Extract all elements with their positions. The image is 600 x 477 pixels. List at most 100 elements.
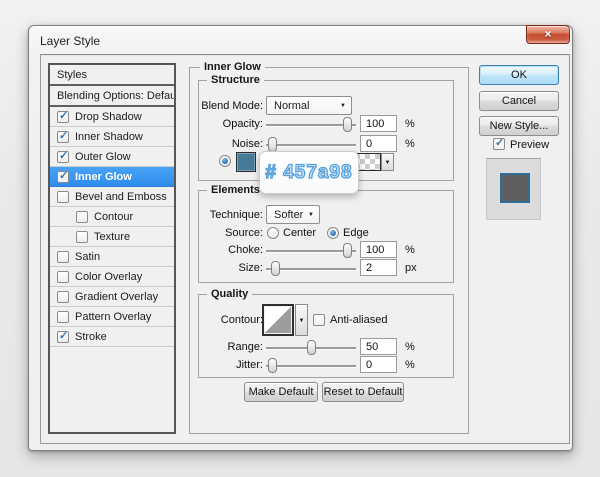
opacity-label: Opacity: (187, 118, 263, 130)
style-item-label: Satin (75, 251, 100, 263)
noise-input[interactable] (360, 135, 397, 152)
sidebar-item-contour[interactable]: Contour (50, 207, 174, 227)
noise-label: Noise: (187, 138, 263, 150)
style-checkbox[interactable] (57, 251, 69, 263)
contour-dropdown-arrow-icon[interactable] (295, 304, 308, 336)
style-checkbox[interactable] (57, 151, 69, 163)
new-style-button[interactable]: New Style... (479, 116, 559, 136)
size-unit: px (405, 262, 417, 274)
style-item-label: Texture (94, 231, 130, 243)
sidebar-item-inner-shadow[interactable]: Inner Shadow (50, 127, 174, 147)
opacity-input[interactable] (360, 115, 397, 132)
opacity-unit: % (405, 118, 415, 130)
antialiased-checkbox[interactable] (313, 314, 325, 326)
jitter-slider-thumb[interactable] (268, 358, 277, 373)
layer-style-dialog: Layer Style × Styles Blending Options: D… (28, 25, 573, 451)
ok-button[interactable]: OK (479, 65, 559, 85)
style-item-label: Pattern Overlay (75, 311, 151, 323)
preview-thumbnail (500, 173, 530, 203)
noise-slider-thumb[interactable] (268, 137, 277, 152)
jitter-label: Jitter: (187, 359, 263, 371)
size-slider-thumb[interactable] (271, 261, 280, 276)
choke-unit: % (405, 244, 415, 256)
style-checkbox[interactable] (57, 131, 69, 143)
style-checkbox[interactable] (57, 291, 69, 303)
source-center-radio[interactable] (267, 227, 279, 239)
style-checkbox[interactable] (57, 171, 69, 183)
styles-list-header[interactable]: Styles (50, 65, 174, 86)
blend-mode-select[interactable]: Normal (266, 96, 352, 115)
source-edge-radio[interactable] (327, 227, 339, 239)
technique-select[interactable]: Softer (266, 205, 320, 224)
sidebar-item-satin[interactable]: Satin (50, 247, 174, 267)
reset-to-default-button[interactable]: Reset to Default (322, 382, 404, 402)
source-label: Source: (187, 227, 263, 239)
choke-slider-thumb[interactable] (343, 243, 352, 258)
style-checkbox[interactable] (57, 331, 69, 343)
cancel-button[interactable]: Cancel (479, 91, 559, 111)
range-slider-thumb[interactable] (307, 340, 316, 355)
sidebar-item-outer-glow[interactable]: Outer Glow (50, 147, 174, 167)
contour-label: Contour: (187, 314, 263, 326)
opacity-slider-thumb[interactable] (343, 117, 352, 132)
style-checkbox[interactable] (76, 231, 88, 243)
jitter-input[interactable] (360, 356, 397, 373)
styles-list-items: Drop Shadow Inner Shadow Outer Glow Inner G… (50, 107, 174, 347)
sidebar-item-bevel-and-emboss[interactable]: Bevel and Emboss (50, 187, 174, 207)
close-icon: × (544, 27, 551, 41)
make-default-button[interactable]: Make Default (244, 382, 318, 402)
color-hex-text: # 457a98 (265, 162, 352, 184)
technique-label: Technique: (187, 209, 263, 221)
desktop: { "window": { "title": "Layer Style", "c… (0, 0, 600, 477)
size-input[interactable] (360, 259, 397, 276)
range-slider[interactable] (266, 340, 356, 355)
color-hex-tooltip: # 457a98 (259, 151, 359, 194)
size-slider[interactable] (266, 261, 356, 276)
structure-legend: Structure (207, 74, 264, 86)
close-button[interactable]: × (526, 25, 570, 44)
sidebar-item-gradient-overlay[interactable]: Gradient Overlay (50, 287, 174, 307)
technique-value: Softer (274, 209, 303, 221)
range-input[interactable] (360, 338, 397, 355)
style-checkbox[interactable] (57, 311, 69, 323)
style-item-label: Stroke (75, 331, 107, 343)
sidebar-item-inner-glow[interactable]: Inner Glow (50, 167, 174, 187)
contour-picker[interactable] (262, 304, 294, 336)
preview-checkbox[interactable] (493, 138, 505, 150)
choke-label: Choke: (187, 244, 263, 256)
style-checkbox[interactable] (57, 271, 69, 283)
sidebar-item-texture[interactable]: Texture (50, 227, 174, 247)
noise-slider-track (266, 144, 356, 146)
source-edge-label: Edge (343, 227, 369, 239)
sidebar-item-stroke[interactable]: Stroke (50, 327, 174, 347)
glow-color-radio[interactable] (219, 155, 231, 167)
style-item-label: Outer Glow (75, 151, 131, 163)
antialiased-label: Anti-aliased (330, 314, 387, 326)
style-item-label: Drop Shadow (75, 111, 142, 123)
style-item-label: Inner Glow (75, 171, 132, 183)
blend-mode-value: Normal (274, 100, 309, 112)
jitter-slider-track (266, 365, 356, 367)
blending-options-label: Blending Options: Default (57, 90, 176, 102)
noise-slider[interactable] (266, 137, 356, 152)
styles-listbox: Styles Blending Options: Default Drop Sh… (48, 63, 176, 434)
glow-color-swatch[interactable] (236, 152, 256, 172)
gradient-dropdown-arrow-icon[interactable] (381, 153, 394, 171)
sidebar-item-color-overlay[interactable]: Color Overlay (50, 267, 174, 287)
style-checkbox[interactable] (57, 191, 69, 203)
opacity-slider[interactable] (266, 117, 356, 132)
elements-legend: Elements (207, 184, 264, 196)
choke-slider[interactable] (266, 243, 356, 258)
window-title: Layer Style (40, 34, 100, 48)
choke-input[interactable] (360, 241, 397, 258)
sidebar-item-drop-shadow[interactable]: Drop Shadow (50, 107, 174, 127)
sidebar-item-blending-options[interactable]: Blending Options: Default (50, 86, 174, 107)
style-checkbox[interactable] (57, 111, 69, 123)
jitter-slider[interactable] (266, 358, 356, 373)
range-label: Range: (187, 341, 263, 353)
style-checkbox[interactable] (76, 211, 88, 223)
noise-unit: % (405, 138, 415, 150)
blend-mode-label: Blend Mode: (187, 100, 263, 112)
panel-title: Inner Glow (200, 61, 265, 73)
sidebar-item-pattern-overlay[interactable]: Pattern Overlay (50, 307, 174, 327)
